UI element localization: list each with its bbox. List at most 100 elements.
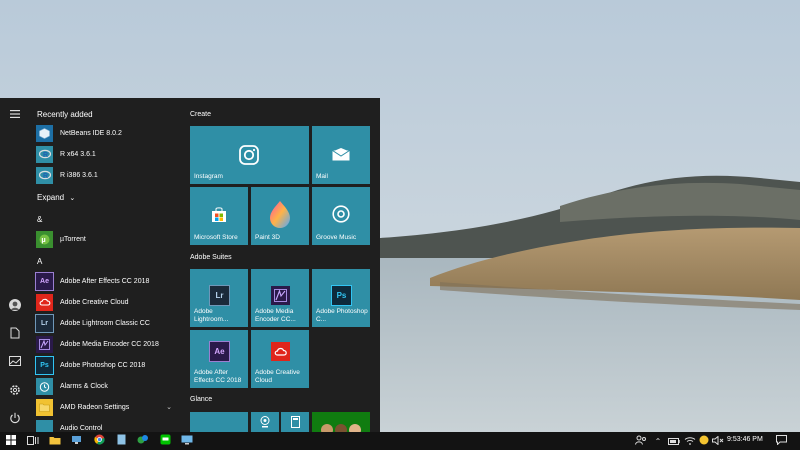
taskbar-app-green[interactable] (132, 432, 154, 450)
r-icon: R (36, 166, 53, 184)
audio-icon (36, 419, 53, 432)
app-amd-radeon[interactable]: AMD Radeon Settings ⌄ (36, 397, 178, 417)
tray-emoji[interactable] (697, 432, 711, 450)
app-photoshop[interactable]: Ps Adobe Photoshop CC 2018 (35, 355, 178, 375)
tile-instagram[interactable]: Instagram (190, 126, 309, 184)
tile-label: Microsoft Store (194, 234, 238, 241)
all-apps-list[interactable]: Recently added NetBeans IDE 8.0.2 R R x6… (30, 98, 180, 432)
tile-groove-music[interactable]: Groove Music (312, 187, 370, 245)
battery-status[interactable] (666, 432, 682, 450)
tile-mail[interactable]: Mail (312, 126, 370, 184)
groove-music-icon (331, 204, 351, 224)
recently-added-heading: Recently added (37, 110, 93, 119)
taskbar-network[interactable] (66, 432, 88, 450)
calculator-icon (290, 415, 300, 429)
instagram-icon (238, 144, 260, 166)
task-view-button[interactable] (22, 432, 44, 450)
taskbar-chrome[interactable] (88, 432, 110, 450)
tile-label: Adobe Creative Cloud (255, 369, 300, 384)
pictures-icon[interactable] (3, 349, 27, 373)
volume-control[interactable] (711, 432, 725, 450)
chevron-up-icon: ⌃ (654, 436, 662, 446)
chevron-down-icon[interactable]: ⌄ (166, 403, 172, 411)
start-button[interactable] (0, 432, 22, 450)
svg-text:R: R (43, 173, 48, 180)
app-media-encoder[interactable]: Adobe Media Encoder CC 2018 (36, 334, 178, 354)
app-alarms-clock[interactable]: Alarms & Clock (36, 376, 178, 396)
task-view-icon (27, 432, 39, 450)
hamburger-menu-icon[interactable] (3, 102, 27, 126)
tile-paint-3d[interactable]: Paint 3D (251, 187, 309, 245)
network-computer-icon (71, 432, 83, 450)
tile-microsoft-store[interactable]: Microsoft Store (190, 187, 248, 245)
taskbar-file-explorer[interactable] (44, 432, 66, 450)
app-after-effects[interactable]: Ae Adobe After Effects CC 2018 (35, 271, 178, 291)
store-bag-icon (209, 205, 229, 225)
tile-after-effects[interactable]: Ae Adobe After Effects CC 2018 (190, 330, 248, 388)
tiles-area: Create Instagram Mail Microsoft Store Pa… (185, 98, 380, 432)
app-r-x64[interactable]: R R x64 3.6.1 (36, 144, 178, 164)
tile-label: Groove Music (316, 234, 357, 241)
after-effects-icon: Ae (35, 271, 54, 291)
creative-cloud-icon (271, 342, 290, 361)
taskbar-phone[interactable] (110, 432, 132, 450)
tile-calculator[interactable] (281, 412, 309, 432)
photoshop-icon: Ps (35, 355, 54, 375)
battery-icon (668, 432, 680, 450)
media-encoder-icon (36, 335, 53, 353)
app-netbeans[interactable]: NetBeans IDE 8.0.2 (36, 123, 178, 143)
tile-label: Mail (316, 173, 328, 180)
device-icon (117, 432, 126, 450)
expand-button[interactable]: Expand ⌄ (37, 193, 75, 202)
wifi-status[interactable] (682, 432, 698, 450)
taskbar: ⌃ 9:53:46 PM (0, 432, 800, 450)
app-label: Adobe Media Encoder CC 2018 (60, 340, 159, 348)
chevron-down-icon: ⌄ (69, 195, 76, 202)
taskbar-monitor-app[interactable] (176, 432, 198, 450)
tile-webcam[interactable] (251, 412, 279, 432)
monitor-app-icon (181, 432, 193, 450)
amd-folder-icon (36, 398, 53, 416)
tile-label: Adobe After Effects CC 2018 (194, 369, 242, 384)
app-lightroom[interactable]: Lr Adobe Lightroom Classic CC (35, 313, 178, 333)
svg-text:R: R (43, 152, 48, 159)
app-label: Alarms & Clock (60, 382, 108, 390)
section-header-a[interactable]: A (37, 257, 42, 266)
taskbar-line[interactable] (154, 432, 176, 450)
app-utorrent[interactable]: µ µTorrent (36, 229, 178, 249)
settings-gear-icon[interactable] (3, 378, 27, 402)
creative-cloud-icon (36, 293, 53, 311)
tile-group-glance[interactable]: Glance (190, 396, 212, 403)
section-header-ampersand[interactable]: & (37, 215, 42, 224)
app-audio-control[interactable]: Audio Control (36, 418, 178, 432)
media-encoder-icon (271, 286, 290, 305)
documents-icon[interactable] (3, 321, 27, 345)
chrome-icon (93, 432, 105, 450)
tile-media-encoder[interactable]: Adobe Media Encoder CC... (251, 269, 309, 327)
tile-glance-1[interactable] (190, 412, 248, 432)
tile-lightroom[interactable]: Lr Adobe Lightroom... (190, 269, 248, 327)
action-center-button[interactable] (772, 432, 790, 450)
app-label: Adobe Creative Cloud (60, 298, 129, 306)
tile-photoshop[interactable]: Ps Adobe Photoshop C... (312, 269, 370, 327)
app-r-i386[interactable]: R R i386 3.6.1 (36, 165, 178, 185)
app-label: R x64 3.6.1 (60, 150, 96, 158)
tile-xbox[interactable] (312, 412, 370, 432)
tile-label: Paint 3D (255, 234, 280, 241)
show-hidden-icons[interactable]: ⌃ (650, 432, 666, 450)
app-label: Audio Control (60, 424, 103, 432)
tile-group-create[interactable]: Create (190, 111, 211, 118)
alarm-clock-icon (36, 377, 53, 395)
tile-group-adobe-suites[interactable]: Adobe Suites (190, 254, 232, 261)
app-creative-cloud[interactable]: Adobe Creative Cloud (36, 292, 178, 312)
clock-time[interactable]: 9:53:46 PM (727, 436, 763, 443)
after-effects-icon: Ae (209, 341, 230, 362)
people-button[interactable] (632, 432, 650, 450)
user-avatar-icon[interactable] (3, 293, 27, 317)
app-label: Adobe Photoshop CC 2018 (60, 361, 146, 369)
people-icon (635, 432, 647, 450)
lightroom-icon: Lr (209, 285, 230, 306)
app-label: Adobe Lightroom Classic CC (60, 319, 150, 327)
tile-creative-cloud[interactable]: Adobe Creative Cloud (251, 330, 309, 388)
power-icon[interactable] (3, 406, 27, 430)
